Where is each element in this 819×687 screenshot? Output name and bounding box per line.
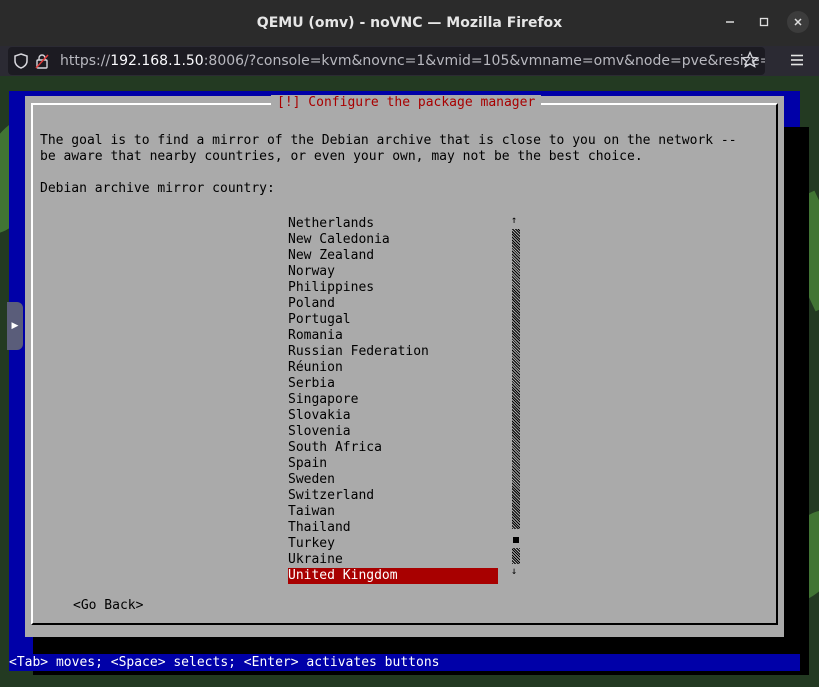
url-path: :8006/?console=kvm&novnc=1&vmid=105&vmna… — [203, 53, 765, 69]
list-item[interactable]: Romania — [288, 328, 498, 344]
list-item[interactable]: Turkey — [288, 536, 498, 552]
list-item[interactable]: South Africa — [288, 440, 498, 456]
list-item[interactable]: Netherlands — [288, 216, 498, 232]
url-text[interactable]: https://192.168.1.50:8006/?console=kvm&n… — [60, 53, 765, 69]
go-back-button[interactable]: <Go Back> — [73, 598, 143, 614]
lock-icon[interactable] — [34, 53, 50, 69]
scroll-down-arrow[interactable]: ↓ — [511, 564, 517, 580]
list-item[interactable]: Switzerland — [288, 488, 498, 504]
scrollbar-track-lower[interactable] — [512, 548, 520, 564]
url-host: 192.168.1.50 — [110, 53, 204, 69]
chevron-right-icon: ▶ — [11, 321, 19, 331]
list-item[interactable]: New Caledonia — [288, 232, 498, 248]
list-item[interactable]: Singapore — [288, 392, 498, 408]
list-item[interactable]: Poland — [288, 296, 498, 312]
shield-icon[interactable] — [14, 53, 28, 69]
dialog-title: [!] Configure the package manager — [271, 95, 542, 111]
list-item[interactable]: Philippines — [288, 280, 498, 296]
vnc-viewport[interactable]: [!] Configure the package manager The go… — [0, 76, 819, 687]
description-line-2: be aware that nearby countries, or even … — [40, 149, 643, 164]
list-item[interactable]: Thailand — [288, 520, 498, 536]
list-item[interactable]: Réunion — [288, 360, 498, 376]
firefox-window: QEMU (omv) - noVNC — Mozilla Firefox htt… — [0, 0, 819, 687]
scrollbar-thumb[interactable] — [513, 537, 519, 543]
title-bar: QEMU (omv) - noVNC — Mozilla Firefox — [0, 0, 819, 46]
list-item[interactable]: Slovakia — [288, 408, 498, 424]
list-item[interactable]: Russian Federation — [288, 344, 498, 360]
url-scheme: https:// — [60, 53, 111, 69]
mirror-country-prompt: Debian archive mirror country: — [40, 181, 275, 196]
description-line-1: The goal is to find a mirror of the Debi… — [40, 133, 737, 148]
window-title: QEMU (omv) - noVNC — Mozilla Firefox — [256, 15, 563, 31]
list-item[interactable]: New Zealand — [288, 248, 498, 264]
maximize-icon[interactable] — [753, 11, 775, 33]
list-item[interactable]: Sweden — [288, 472, 498, 488]
list-item[interactable]: Portugal — [288, 312, 498, 328]
window-controls — [719, 11, 809, 33]
url-bar[interactable]: https://192.168.1.50:8006/?console=kvm&n… — [8, 47, 765, 75]
help-status-bar: <Tab> moves; <Space> selects; <Enter> ac… — [9, 654, 800, 671]
help-text: <Tab> moves; <Space> selects; <Enter> ac… — [9, 655, 440, 670]
installer-dialog: [!] Configure the package manager The go… — [25, 95, 784, 637]
scrollbar-track[interactable] — [512, 229, 520, 529]
country-list[interactable]: Netherlands New Caledonia New Zealand Norwa… — [288, 216, 498, 584]
list-item[interactable]: Slovenia — [288, 424, 498, 440]
list-item-selected[interactable]: United Kingdom — [288, 568, 498, 584]
novnc-sidebar-handle[interactable]: ▶ — [7, 302, 23, 350]
vm-console[interactable]: [!] Configure the package manager The go… — [9, 91, 809, 675]
list-item[interactable]: Ukraine — [288, 552, 498, 568]
minimize-icon[interactable] — [719, 11, 741, 33]
nav-bar: https://192.168.1.50:8006/?console=kvm&n… — [0, 46, 819, 76]
list-item[interactable]: Taiwan — [288, 504, 498, 520]
close-icon[interactable] — [787, 11, 809, 33]
star-icon[interactable] — [740, 50, 760, 73]
list-item[interactable]: Serbia — [288, 376, 498, 392]
hamburger-menu-icon[interactable] — [789, 52, 805, 72]
list-item[interactable]: Norway — [288, 264, 498, 280]
list-item[interactable]: Spain — [288, 456, 498, 472]
scroll-up-arrow[interactable]: ↑ — [511, 213, 517, 229]
